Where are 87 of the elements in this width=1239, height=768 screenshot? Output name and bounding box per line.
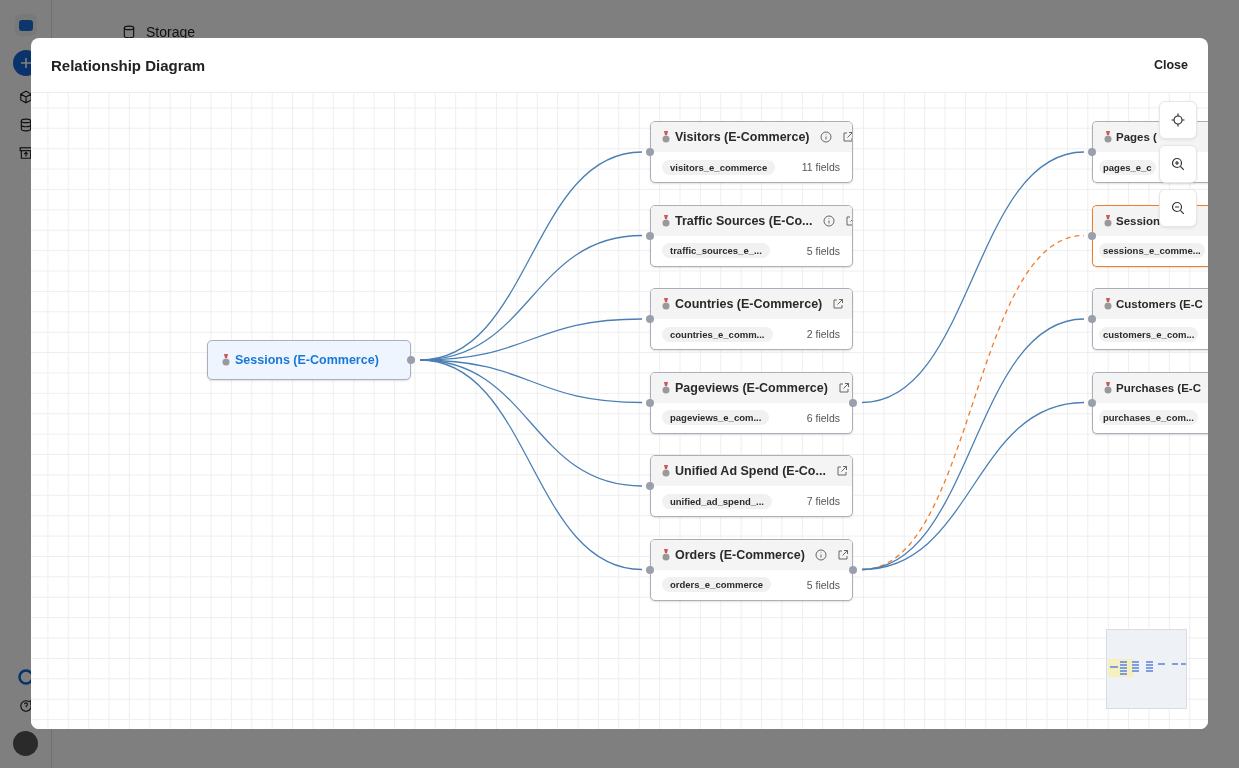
table-name-tag: countries_e_comm... xyxy=(662,326,773,342)
info-icon[interactable] xyxy=(822,214,835,227)
zoom-out-button[interactable] xyxy=(1159,189,1197,227)
zoom-in-button[interactable] xyxy=(1159,145,1197,183)
external-link-icon[interactable] xyxy=(836,548,849,561)
medal-icon xyxy=(662,465,670,477)
node-title: Purchases (E-C xyxy=(1116,381,1202,394)
connection-handle[interactable] xyxy=(646,565,654,574)
archive-icon[interactable] xyxy=(18,146,33,160)
connection-handle[interactable] xyxy=(407,356,415,364)
table-name-tag: unified_ad_spend_... xyxy=(662,493,772,509)
crosshair-icon xyxy=(1171,113,1185,127)
field-count: 11 fields xyxy=(801,161,840,173)
user-avatar[interactable] xyxy=(13,731,38,756)
field-count: 7 fields xyxy=(806,495,840,507)
table-node[interactable]: Countries (E-Commerce) countries_e_comm... 2 fields xyxy=(650,288,853,350)
table-name-tag: traffic_sources_e_... xyxy=(662,243,770,258)
loading-spinner-icon xyxy=(17,669,34,685)
connection-handle[interactable] xyxy=(646,231,654,240)
medal-icon xyxy=(1104,381,1112,394)
node-title: Unified Ad Spend (E-Co... xyxy=(675,464,826,478)
connection-handle[interactable] xyxy=(1088,231,1096,240)
section-title: Storage xyxy=(146,24,196,40)
node-title: Pages ( xyxy=(1116,131,1158,143)
table-name-tag: visitors_e_commerce xyxy=(662,159,776,175)
medal-icon xyxy=(662,131,670,143)
connection-handle[interactable] xyxy=(1088,315,1096,323)
connection-handle[interactable] xyxy=(646,482,654,490)
medal-icon xyxy=(1104,131,1112,143)
external-link-icon[interactable] xyxy=(841,131,852,143)
external-link-icon[interactable] xyxy=(832,298,845,310)
table-node[interactable]: Pageviews (E-Commerce) pageviews_e_com... 6 fields xyxy=(650,371,853,434)
table-node[interactable]: Visitors (E-Commerce) visitors_e_commerce 11 fields xyxy=(650,121,853,183)
medal-icon xyxy=(222,354,230,366)
minimap-drawing[interactable] xyxy=(1106,629,1187,709)
fit-view-button[interactable] xyxy=(1159,101,1197,139)
table-name-tag: pages_e_c xyxy=(1099,159,1156,175)
medal-icon xyxy=(662,214,670,227)
connection-handle[interactable] xyxy=(849,565,857,574)
field-count: 6 fields xyxy=(806,411,840,424)
field-count: 5 fields xyxy=(806,578,840,591)
info-icon[interactable] xyxy=(814,548,827,561)
table-name-tag: orders_e_commerce xyxy=(662,577,771,592)
connection-handle[interactable] xyxy=(1088,148,1096,156)
connection-handle[interactable] xyxy=(1088,398,1096,407)
medal-icon xyxy=(1104,298,1112,310)
node-title: Visitors (E-Commerce) xyxy=(675,130,810,144)
node-title: Pageviews (E-Commerce) xyxy=(675,380,828,395)
medal-icon xyxy=(1104,214,1112,227)
node-title: Countries (E-Commerce) xyxy=(675,297,823,311)
medal-icon xyxy=(662,298,670,310)
external-link-icon[interactable] xyxy=(835,465,848,477)
help-icon[interactable] xyxy=(18,699,33,713)
table-node[interactable]: Unified Ad Spend (E-Co... unified_ad_spend_... 7 fields xyxy=(650,455,853,517)
database-icon[interactable] xyxy=(18,118,33,132)
table-name-tag: customers_e_com... xyxy=(1099,326,1199,342)
database-icon xyxy=(122,25,136,39)
medal-icon xyxy=(662,548,670,561)
close-button[interactable]: Close xyxy=(1143,52,1198,78)
medal-icon xyxy=(662,381,670,394)
app-logo-icon[interactable] xyxy=(14,14,37,36)
node-title: Session xyxy=(1116,214,1162,227)
field-count: 2 fields xyxy=(806,328,840,340)
node-title: Traffic Sources (E-Co... xyxy=(675,213,813,228)
node-title: Orders (E-Commerce) xyxy=(675,547,805,562)
info-icon[interactable] xyxy=(819,131,832,143)
zoom-in-icon xyxy=(1171,157,1185,171)
node-title: Customers (E-C xyxy=(1116,298,1204,310)
connection-handle[interactable] xyxy=(646,315,654,323)
table-node[interactable]: Purchases (E-C purchases_e_com... xyxy=(1092,371,1208,434)
table-node[interactable]: Sessions (E-Commerce) xyxy=(207,340,411,380)
external-link-icon[interactable] xyxy=(837,381,850,394)
connection-handle[interactable] xyxy=(646,148,654,156)
table-node[interactable]: Customers (E-C customers_e_com... xyxy=(1092,288,1208,350)
external-link-icon[interactable] xyxy=(844,214,852,227)
table-node[interactable]: Orders (E-Commerce) orders_e_commerce 5 fields xyxy=(650,538,853,601)
table-name-tag: sessions_e_comme... xyxy=(1099,243,1205,258)
connection-handle[interactable] xyxy=(646,398,654,407)
zoom-out-icon xyxy=(1171,201,1185,215)
connection-handle[interactable] xyxy=(849,398,857,407)
cube-icon[interactable] xyxy=(18,90,33,104)
table-node[interactable]: Traffic Sources (E-Co... traffic_sources_e_... 5 fields xyxy=(650,204,853,267)
dialog-title: Relationship Diagram xyxy=(51,56,206,74)
field-count: 5 fields xyxy=(806,244,840,257)
table-name-tag: purchases_e_com... xyxy=(1099,410,1198,425)
table-name-tag: pageviews_e_com... xyxy=(662,410,770,425)
node-title: Sessions (E-Commerce) xyxy=(235,353,379,367)
